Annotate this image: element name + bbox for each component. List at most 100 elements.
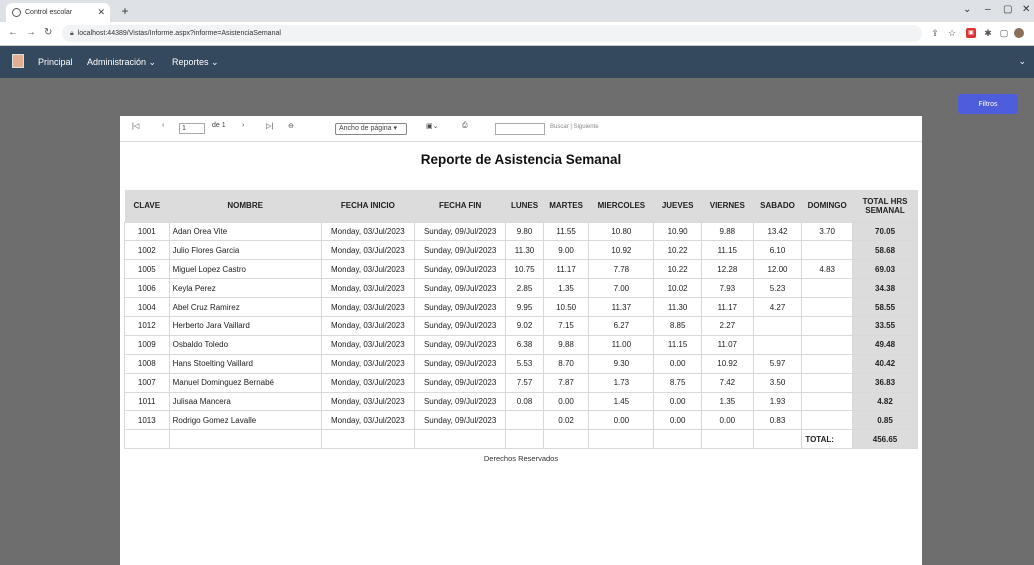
table-cell: 1.93 <box>752 391 803 412</box>
first-page-icon[interactable]: |◁ <box>132 122 139 130</box>
filters-button[interactable]: Filtros <box>958 94 1018 114</box>
sidepanel-icon[interactable]: ▢ <box>999 28 1009 38</box>
find-input[interactable] <box>495 123 545 135</box>
table-cell: 2.85 <box>505 278 544 299</box>
table-cell: 0.02 <box>542 410 590 431</box>
profile-avatar[interactable] <box>1014 28 1024 38</box>
table-cell: 7.00 <box>588 278 655 299</box>
table-cell: 4.83 <box>801 259 854 280</box>
tab-title: Control escolar <box>25 9 73 16</box>
table-row: 1001 Adan Orea Vite Monday, 03/Jul/2023 Sun… <box>124 221 918 242</box>
table-cell: 70.05 <box>852 221 918 242</box>
table-cell: Monday, 03/Jul/2023 <box>320 410 416 431</box>
table-row: 1005 Miguel Lopez Castro Monday, 03/Jul/20… <box>124 259 918 280</box>
table-cell <box>752 334 803 355</box>
browser-tab[interactable]: Control escolar ✕ <box>6 3 110 22</box>
print-icon[interactable]: ⎙ <box>462 122 468 130</box>
column-header: LUNES <box>505 190 544 222</box>
total-value: 456.65 <box>852 429 918 450</box>
table-cell: 10.90 <box>653 221 702 242</box>
table-cell: 1007 <box>124 372 170 393</box>
column-header: SABADO <box>753 190 802 222</box>
url-field[interactable]: 🔒︎ localhost:44389/Vistas/Informe.aspx?i… <box>62 25 922 42</box>
table-cell: Sunday, 09/Jul/2023 <box>413 259 507 280</box>
table-cell: 5.53 <box>505 353 544 374</box>
table-cell <box>124 429 170 450</box>
new-tab-button[interactable]: + <box>118 4 132 18</box>
table-cell: 9.88 <box>542 334 590 355</box>
forward-icon[interactable]: → <box>26 27 36 38</box>
table-cell: 11.15 <box>653 334 702 355</box>
reload-icon[interactable]: ↻ <box>44 27 52 38</box>
nav-toggle-icon[interactable]: ⌄ <box>1018 56 1026 67</box>
table-cell: 7.78 <box>588 259 655 280</box>
lock-icon: 🔒︎ <box>70 29 74 37</box>
table-cell: 0.08 <box>505 391 544 412</box>
last-page-icon[interactable]: ▷| <box>266 122 273 130</box>
table-cell <box>505 429 544 450</box>
table-cell: 1004 <box>124 297 170 317</box>
close-tab-icon[interactable]: ✕ <box>97 7 105 18</box>
bookmark-star-icon[interactable]: ☆ <box>947 28 957 38</box>
table-cell: 36.83 <box>852 372 918 393</box>
table-cell: 1.45 <box>588 391 655 412</box>
column-header: MIERCOLES <box>588 190 654 222</box>
table-cell: 49.48 <box>852 334 918 355</box>
table-cell: Monday, 03/Jul/2023 <box>320 391 416 412</box>
table-cell: 8.70 <box>542 353 590 374</box>
table-cell <box>168 429 322 450</box>
table-cell: 6.38 <box>505 334 544 355</box>
table-row: 1007 Manuel Dominguez Bernabé Monday, 03/J… <box>124 372 918 393</box>
extensions-puzzle-icon[interactable]: ✱ <box>983 28 993 38</box>
table-cell: 1001 <box>124 221 170 242</box>
table-cell <box>801 240 854 261</box>
table-cell: Hans Stoelting Vaillard <box>168 353 322 374</box>
share-icon[interactable]: ⇪ <box>930 28 940 38</box>
back-icon[interactable]: ← <box>8 27 18 38</box>
back-to-parent-icon[interactable]: ⊖ <box>288 122 294 130</box>
table-cell: Monday, 03/Jul/2023 <box>320 334 416 355</box>
maximize-icon[interactable]: ▢ <box>1003 4 1012 15</box>
table-cell: 10.50 <box>542 297 590 317</box>
table-cell: Sunday, 09/Jul/2023 <box>413 410 507 431</box>
table-cell: 10.75 <box>505 259 544 280</box>
table-body: 1001 Adan Orea Vite Monday, 03/Jul/2023 Sun… <box>124 221 918 450</box>
table-row: 1012 Herberto Jara Vaillard Monday, 03/Jul… <box>124 315 918 336</box>
table-cell: 11.30 <box>653 297 702 317</box>
tab-search-icon[interactable]: ⌄ <box>963 4 971 15</box>
table-cell: 9.80 <box>505 221 544 242</box>
nav-administracion[interactable]: Administración ⌄ <box>87 57 156 68</box>
table-cell <box>801 334 854 355</box>
table-cell: 1.35 <box>542 278 590 299</box>
total-row: TOTAL: 456.65 <box>124 429 918 450</box>
table-cell <box>700 429 754 450</box>
close-window-icon[interactable]: ✕ <box>1022 4 1030 15</box>
export-icon[interactable]: ▣⌄ <box>426 122 438 130</box>
table-cell: 0.00 <box>700 410 754 431</box>
minimize-icon[interactable]: – <box>985 4 991 15</box>
table-cell <box>752 429 803 450</box>
table-cell: 10.02 <box>653 278 702 299</box>
table-cell <box>801 297 854 317</box>
extension-icon[interactable]: ▣ <box>966 28 976 38</box>
table-cell: 7.57 <box>505 372 544 393</box>
table-cell <box>320 429 416 450</box>
table-cell: Monday, 03/Jul/2023 <box>320 259 416 280</box>
app-logo[interactable] <box>12 54 24 68</box>
app-navbar: Principal Administración ⌄ Reportes ⌄ ⌄ <box>0 46 1034 78</box>
table-cell: Sunday, 09/Jul/2023 <box>413 240 507 261</box>
table-cell: Monday, 03/Jul/2023 <box>320 315 416 336</box>
table-cell: 0.00 <box>653 353 702 374</box>
table-cell: Sunday, 09/Jul/2023 <box>413 391 507 412</box>
table-row: 1009 Osbaldo Toledo Monday, 03/Jul/2023 Sun… <box>124 334 918 355</box>
nav-reportes[interactable]: Reportes ⌄ <box>172 57 219 68</box>
table-cell: 69.03 <box>852 259 918 280</box>
page-number-input[interactable]: 1 <box>179 123 205 134</box>
find-links[interactable]: Buscar | Siguiente <box>550 124 599 130</box>
next-page-icon[interactable]: › <box>242 122 244 129</box>
table-cell: 1005 <box>124 259 170 280</box>
table-cell: 0.00 <box>542 391 590 412</box>
prev-page-icon[interactable]: ‹ <box>162 122 164 129</box>
zoom-select[interactable]: Ancho de página ▾ <box>335 123 407 135</box>
nav-principal[interactable]: Principal <box>38 57 73 67</box>
